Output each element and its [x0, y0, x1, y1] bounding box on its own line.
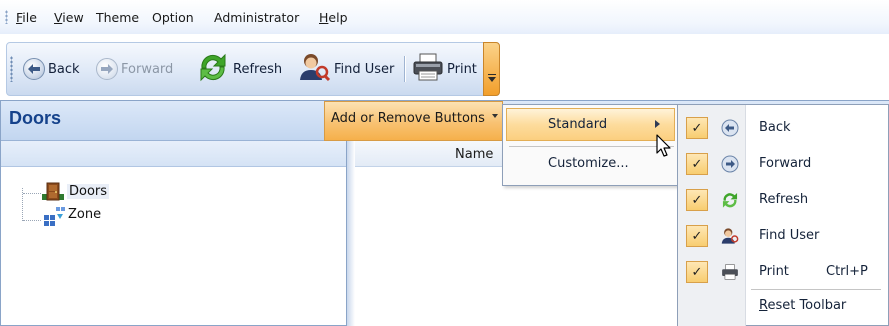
tree-item-doors[interactable]: Doors [67, 184, 110, 199]
door-icon [42, 182, 64, 205]
doors-panel-subheader [1, 141, 346, 167]
back-label: Back [48, 61, 80, 77]
chevron-right-icon [655, 120, 660, 128]
forward-label: Forward [121, 61, 174, 77]
checkmark-icon: ✓ [686, 225, 708, 247]
refresh-label: Refresh [233, 61, 283, 77]
printer-icon [720, 262, 740, 282]
forward-icon [720, 154, 740, 174]
checkmark-icon: ✓ [686, 153, 708, 175]
forward-button[interactable]: Forward [96, 52, 173, 86]
tree-connector [23, 220, 41, 221]
toolbar-grip[interactable] [10, 56, 13, 82]
back-button[interactable]: Back [23, 52, 80, 86]
panel-title: Doors [9, 108, 62, 128]
toolbar-separator [404, 56, 405, 82]
tree-connector [23, 193, 41, 194]
forward-icon [96, 58, 118, 80]
checkmark-icon: ✓ [686, 189, 708, 211]
checkmark-icon: ✓ [686, 261, 708, 283]
menu-item-label: Refresh [759, 192, 809, 207]
menu-administrator[interactable]: Administrator [214, 9, 299, 27]
tree-item-zone[interactable]: Zone [68, 207, 101, 222]
checkmark-icon: ✓ [686, 117, 708, 139]
zone-icon [43, 206, 65, 229]
find-user-icon [297, 52, 331, 86]
column-header-label: Name [455, 147, 494, 162]
menu-item-shortcut: Ctrl+P [826, 264, 868, 279]
chevron-down-icon [488, 77, 496, 82]
menu-item-label: Back [759, 120, 791, 135]
menu-item-label: Forward [759, 156, 812, 171]
menu-option[interactable]: Option [152, 9, 194, 27]
refresh-icon [720, 190, 740, 210]
back-icon [23, 58, 45, 80]
menu-theme[interactable]: Theme [96, 9, 139, 27]
chevron-down-icon [492, 114, 498, 118]
menu-separator [509, 146, 674, 147]
toolbar-overflow-button[interactable] [483, 42, 500, 96]
menu-file[interactable]: File [16, 9, 37, 27]
mouse-cursor-icon [656, 134, 672, 161]
find-user-button[interactable]: Find User [297, 52, 394, 86]
menu-separator [751, 289, 881, 290]
find-user-icon [720, 226, 740, 246]
menu-item-standard-label: Standard [548, 117, 608, 132]
menu-help[interactable]: Help [319, 9, 348, 27]
menu-item-label: Find User [759, 228, 820, 243]
printer-icon [412, 52, 444, 86]
overflow-bar [488, 74, 496, 75]
refresh-button[interactable]: Refresh [196, 52, 282, 86]
menu-item-reset-toolbar[interactable]: Reset Toolbar [759, 298, 846, 313]
menu-item-label: Print [759, 264, 789, 279]
back-icon [720, 118, 740, 138]
find-user-label: Find User [334, 61, 395, 77]
print-button[interactable]: Print [412, 52, 477, 86]
menu-view[interactable]: View [54, 9, 84, 27]
menu-item-customize[interactable]: Customize... [548, 156, 629, 171]
menubar-grip[interactable] [5, 10, 8, 24]
add-remove-buttons-label: Add or Remove Buttons [331, 111, 485, 126]
print-label: Print [447, 61, 477, 77]
refresh-icon [196, 52, 230, 86]
